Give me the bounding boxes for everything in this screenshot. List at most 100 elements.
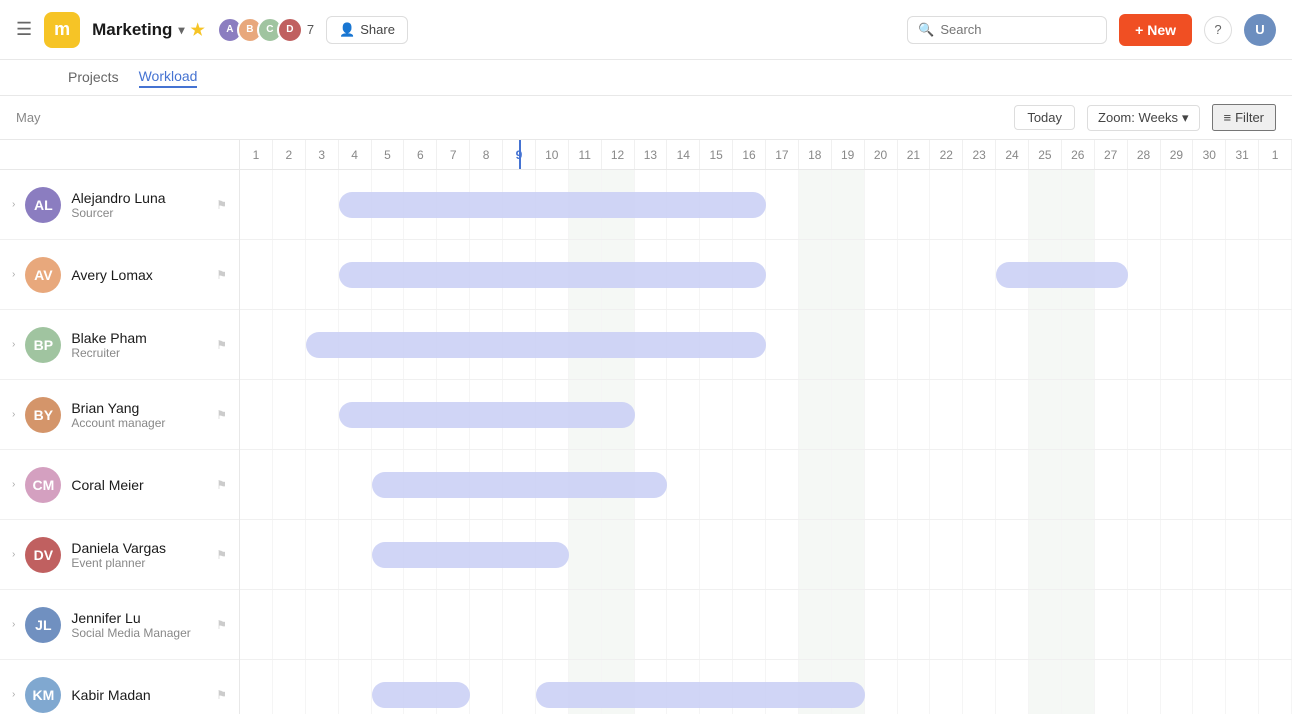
cal-cell xyxy=(240,380,273,449)
cal-cell xyxy=(404,590,437,659)
avatar: JL xyxy=(25,607,61,643)
cal-cell xyxy=(240,310,273,379)
month-label: May xyxy=(16,110,41,125)
cal-cell xyxy=(1161,520,1194,589)
expand-icon[interactable]: › xyxy=(12,549,15,560)
expand-icon[interactable]: › xyxy=(12,199,15,210)
cal-cell xyxy=(963,520,996,589)
cal-cell xyxy=(898,590,931,659)
share-button[interactable]: 👤 Share xyxy=(326,16,408,44)
expand-icon[interactable]: › xyxy=(12,339,15,350)
workload-bar[interactable] xyxy=(339,192,766,218)
workload-bar[interactable] xyxy=(536,682,865,708)
avatar[interactable]: D xyxy=(277,17,303,43)
cal-cell xyxy=(832,590,865,659)
cal-cell xyxy=(240,170,273,239)
cal-cell xyxy=(996,660,1029,714)
workload-bar[interactable] xyxy=(339,402,635,428)
cal-cell xyxy=(1226,310,1259,379)
user-avatar[interactable]: U xyxy=(1244,14,1276,46)
cal-cell xyxy=(1029,660,1062,714)
cal-cell xyxy=(240,450,273,519)
cal-cell xyxy=(667,380,700,449)
flag-icon[interactable]: ⚑ xyxy=(216,338,227,352)
date-cell: 1 xyxy=(240,140,273,169)
date-cell: 23 xyxy=(963,140,996,169)
person-info: Alejandro Luna Sourcer xyxy=(71,190,206,220)
avatar: AL xyxy=(25,187,61,223)
flag-icon[interactable]: ⚑ xyxy=(216,268,227,282)
person-row-jennifer[interactable]: › JL Jennifer Lu Social Media Manager ⚑ xyxy=(0,590,239,660)
cal-cell xyxy=(1095,590,1128,659)
person-row-coral[interactable]: › CM Coral Meier ⚑ xyxy=(0,450,239,520)
cal-cell xyxy=(569,590,602,659)
person-role: Account manager xyxy=(71,416,206,430)
cal-cell xyxy=(1259,450,1292,519)
tab-workload[interactable]: Workload xyxy=(139,68,198,88)
expand-icon[interactable]: › xyxy=(12,479,15,490)
search-box[interactable]: 🔍 xyxy=(907,16,1107,44)
cal-cell xyxy=(306,590,339,659)
cal-cell xyxy=(898,520,931,589)
flag-icon[interactable]: ⚑ xyxy=(216,548,227,562)
person-row-avery[interactable]: › AV Avery Lomax ⚑ xyxy=(0,240,239,310)
help-button[interactable]: ? xyxy=(1204,16,1232,44)
person-row-alejandro[interactable]: › AL Alejandro Luna Sourcer ⚑ xyxy=(0,170,239,240)
cal-cell xyxy=(273,380,306,449)
flag-icon[interactable]: ⚑ xyxy=(216,618,227,632)
cal-cell xyxy=(1128,520,1161,589)
cal-cell xyxy=(1259,660,1292,714)
cal-cell xyxy=(1193,590,1226,659)
date-cell: 31 xyxy=(1226,140,1259,169)
zoom-button[interactable]: Zoom: Weeks ▾ xyxy=(1087,105,1199,131)
cal-cell xyxy=(240,240,273,309)
workload-bar[interactable] xyxy=(339,262,766,288)
cal-cell xyxy=(667,520,700,589)
cal-cell xyxy=(240,590,273,659)
team-count: 7 xyxy=(307,22,314,37)
cal-cell xyxy=(832,170,865,239)
search-input[interactable] xyxy=(940,22,1096,37)
person-row-blake[interactable]: › BP Blake Pham Recruiter ⚑ xyxy=(0,310,239,380)
flag-icon[interactable]: ⚑ xyxy=(216,688,227,702)
flag-icon[interactable]: ⚑ xyxy=(216,478,227,492)
today-button[interactable]: Today xyxy=(1014,105,1075,130)
calendar-row xyxy=(240,310,1292,380)
cal-cell xyxy=(602,590,635,659)
menu-icon[interactable]: ☰ xyxy=(16,19,32,40)
workload-bar[interactable] xyxy=(372,682,471,708)
expand-icon[interactable]: › xyxy=(12,619,15,630)
cal-cell xyxy=(667,590,700,659)
expand-icon[interactable]: › xyxy=(12,689,15,700)
cal-cell xyxy=(273,310,306,379)
filter-button[interactable]: ≡ Filter xyxy=(1212,104,1276,131)
workload-bar[interactable] xyxy=(306,332,766,358)
search-icon: 🔍 xyxy=(918,22,934,38)
expand-icon[interactable]: › xyxy=(12,409,15,420)
cal-cell xyxy=(1193,450,1226,519)
person-row-daniela[interactable]: › DV Daniela Vargas Event planner ⚑ xyxy=(0,520,239,590)
date-cell: 5 xyxy=(372,140,405,169)
star-icon[interactable]: ★ xyxy=(190,20,204,40)
flag-icon[interactable]: ⚑ xyxy=(216,408,227,422)
cal-cell xyxy=(930,240,963,309)
cal-cell xyxy=(569,520,602,589)
expand-icon[interactable]: › xyxy=(12,269,15,280)
cal-cell xyxy=(963,660,996,714)
workload-bar[interactable] xyxy=(372,542,569,568)
cal-cell xyxy=(667,450,700,519)
app-logo[interactable]: m xyxy=(44,12,80,48)
workload-bar[interactable] xyxy=(372,472,668,498)
person-row-brian[interactable]: › BY Brian Yang Account manager ⚑ xyxy=(0,380,239,450)
date-cell: 22 xyxy=(930,140,963,169)
cal-cell xyxy=(1029,520,1062,589)
date-cell: 18 xyxy=(799,140,832,169)
tab-projects[interactable]: Projects xyxy=(68,69,119,87)
workload-bar[interactable] xyxy=(996,262,1128,288)
flag-icon[interactable]: ⚑ xyxy=(216,198,227,212)
person-row-kabir[interactable]: › KM Kabir Madan ⚑ xyxy=(0,660,239,714)
chevron-down-icon[interactable]: ▾ xyxy=(178,23,184,37)
cal-cell xyxy=(766,450,799,519)
calendar-row xyxy=(240,590,1292,660)
new-button[interactable]: + New xyxy=(1119,14,1192,46)
